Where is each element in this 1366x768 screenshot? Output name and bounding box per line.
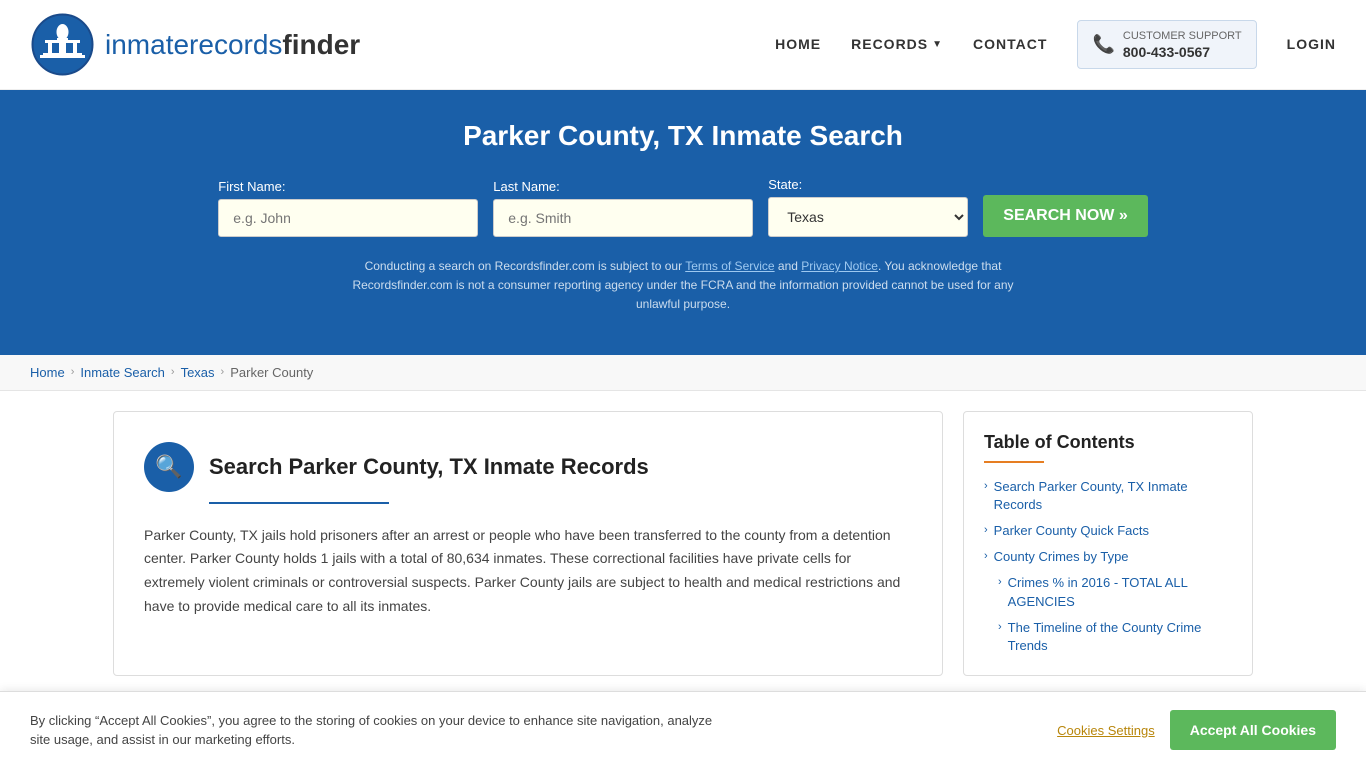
toc-list: › Search Parker County, TX Inmate Records…	[984, 478, 1232, 656]
toc-chevron-icon: ›	[984, 550, 988, 562]
hero-section: Parker County, TX Inmate Search First Na…	[0, 90, 1366, 355]
phone-icon: 📞	[1092, 34, 1114, 55]
search-button[interactable]: SEARCH NOW »	[983, 195, 1147, 237]
toc-list-item: › Search Parker County, TX Inmate Records	[984, 478, 1232, 514]
toc-link[interactable]: Search Parker County, TX Inmate Records	[994, 478, 1232, 514]
nav-records[interactable]: RECORDS ▼	[851, 36, 943, 52]
breadcrumb-sep-3: ›	[221, 366, 225, 378]
breadcrumb-inmate-search[interactable]: Inmate Search	[80, 365, 165, 380]
breadcrumb-sep-2: ›	[171, 366, 175, 378]
main-nav: HOME RECORDS ▼ CONTACT 📞 CUSTOMER SUPPOR…	[775, 20, 1336, 68]
cookie-text: By clicking “Accept All Cookies”, you ag…	[30, 711, 730, 750]
hero-title: Parker County, TX Inmate Search	[20, 120, 1346, 152]
toc-link[interactable]: Parker County Quick Facts	[994, 522, 1149, 540]
tos-link[interactable]: Terms of Service	[685, 259, 774, 273]
breadcrumb-sep-1: ›	[71, 366, 75, 378]
nav-contact[interactable]: CONTACT	[973, 36, 1047, 52]
toc-link[interactable]: County Crimes by Type	[994, 548, 1129, 566]
cookie-actions: Cookies Settings Accept All Cookies	[1057, 710, 1336, 750]
nav-login[interactable]: LOGIN	[1287, 36, 1336, 52]
toc-chevron-icon: ›	[998, 576, 1002, 588]
logo-wordmark: inmaterecordsfinder	[105, 29, 360, 61]
accept-all-cookies-button[interactable]: Accept All Cookies	[1170, 710, 1336, 750]
main-content: 🔍 Search Parker County, TX Inmate Record…	[83, 391, 1283, 697]
logo-text-part2: finder	[282, 29, 360, 60]
toc-link[interactable]: The Timeline of the County Crime Trends	[1008, 619, 1232, 655]
sidebar-toc: Table of Contents › Search Parker County,…	[963, 411, 1253, 677]
first-name-label: First Name:	[218, 179, 285, 194]
toc-title: Table of Contents	[984, 432, 1232, 453]
capitol-logo-icon	[30, 12, 95, 77]
privacy-link[interactable]: Privacy Notice	[801, 259, 878, 273]
breadcrumb-home[interactable]: Home	[30, 365, 65, 380]
state-select[interactable]: AlabamaAlaskaArizonaArkansasCaliforniaCo…	[768, 197, 968, 237]
support-number: 800-433-0567	[1123, 44, 1242, 60]
site-header: inmaterecordsfinder HOME RECORDS ▼ CONTA…	[0, 0, 1366, 90]
first-name-group: First Name:	[218, 179, 478, 237]
toc-list-item: › Crimes % in 2016 - TOTAL ALL AGENCIES	[984, 574, 1232, 610]
support-info: CUSTOMER SUPPORT 800-433-0567	[1123, 29, 1242, 59]
article-section: 🔍 Search Parker County, TX Inmate Record…	[113, 411, 943, 677]
last-name-group: Last Name:	[493, 179, 753, 237]
state-group: State: AlabamaAlaskaArizonaArkansasCalif…	[768, 177, 968, 237]
breadcrumb: Home › Inmate Search › Texas › Parker Co…	[0, 355, 1366, 391]
cookie-banner: By clicking “Accept All Cookies”, you ag…	[0, 691, 1366, 768]
toc-list-item: › County Crimes by Type	[984, 548, 1232, 566]
nav-home[interactable]: HOME	[775, 36, 821, 52]
cookies-settings-button[interactable]: Cookies Settings	[1057, 723, 1155, 738]
search-form: First Name: Last Name: State: AlabamaAla…	[20, 177, 1346, 237]
toc-chevron-icon: ›	[998, 621, 1002, 633]
toc-list-item: › Parker County Quick Facts	[984, 522, 1232, 540]
customer-support-box[interactable]: 📞 CUSTOMER SUPPORT 800-433-0567	[1077, 20, 1256, 68]
toc-list-item: › The Timeline of the County Crime Trends	[984, 619, 1232, 655]
search-disclaimer: Conducting a search on Recordsfinder.com…	[333, 257, 1033, 315]
logo[interactable]: inmaterecordsfinder	[30, 12, 360, 77]
support-label: CUSTOMER SUPPORT	[1123, 29, 1242, 43]
article-header: 🔍 Search Parker County, TX Inmate Record…	[144, 442, 912, 492]
toc-chevron-icon: ›	[984, 524, 988, 536]
toc-chevron-icon: ›	[984, 480, 988, 492]
last-name-input[interactable]	[493, 199, 753, 237]
breadcrumb-state[interactable]: Texas	[181, 365, 215, 380]
article-body: Parker County, TX jails hold prisoners a…	[144, 524, 912, 619]
toc-underline	[984, 461, 1044, 463]
state-label: State:	[768, 177, 802, 192]
last-name-label: Last Name:	[493, 179, 559, 194]
article-title: Search Parker County, TX Inmate Records	[209, 454, 649, 480]
toc-link[interactable]: Crimes % in 2016 - TOTAL ALL AGENCIES	[1008, 574, 1232, 610]
breadcrumb-county: Parker County	[230, 365, 313, 380]
logo-text-part1: inmaterecords	[105, 29, 282, 60]
search-circle-icon: 🔍	[144, 442, 194, 492]
records-chevron-down-icon: ▼	[932, 39, 943, 50]
first-name-input[interactable]	[218, 199, 478, 237]
article-title-underline	[209, 502, 389, 504]
